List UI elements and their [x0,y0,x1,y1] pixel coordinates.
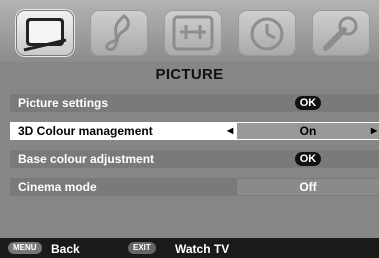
row-label: Cinema mode [18,180,97,194]
menu-title: PICTURE [155,66,224,83]
cinema-mode-row[interactable]: Cinema mode Off [10,178,379,196]
category-tab-bar [0,0,379,62]
tab-setup[interactable] [164,10,222,56]
right-arrow-icon[interactable]: ▶ [371,122,377,140]
exit-key-icon: EXIT [128,242,156,254]
watch-tv-hint[interactable]: Watch TV [175,238,229,258]
music-note-icon [105,14,130,52]
ok-badge: OK [294,151,322,166]
tab-picture[interactable] [16,10,74,56]
row-label: Base colour adjustment [18,152,155,166]
row-label: Picture settings [18,96,109,110]
tv-osd-menu: PICTURE Picture settings OK 3D Colour ma… [0,0,379,258]
row-label: 3D Colour management [18,124,153,138]
picture-settings-row[interactable]: Picture settings OK [10,94,379,112]
settings-panel-icon [172,15,214,51]
tab-sound[interactable] [90,10,148,56]
left-arrow-icon[interactable]: ◀ [227,122,233,140]
menu-key-icon: MENU [8,242,42,254]
option-value: Off [299,180,317,194]
wrench-icon [323,16,358,51]
tab-timer[interactable] [238,10,296,56]
picture-icon [23,18,67,52]
clock-icon [250,17,284,51]
base-colour-adjustment-row[interactable]: Base colour adjustment OK [10,150,379,168]
3d-colour-management-row[interactable]: 3D Colour management ◀ On ▶ [10,122,379,140]
option-value: On [299,124,317,138]
ok-button[interactable]: OK [237,94,379,112]
tab-tools[interactable] [312,10,370,56]
ok-button[interactable]: OK [237,150,379,168]
ok-badge: OK [294,95,322,110]
footer-hint-bar: MENU Back EXIT Watch TV [0,238,379,258]
back-hint[interactable]: Back [51,238,80,258]
